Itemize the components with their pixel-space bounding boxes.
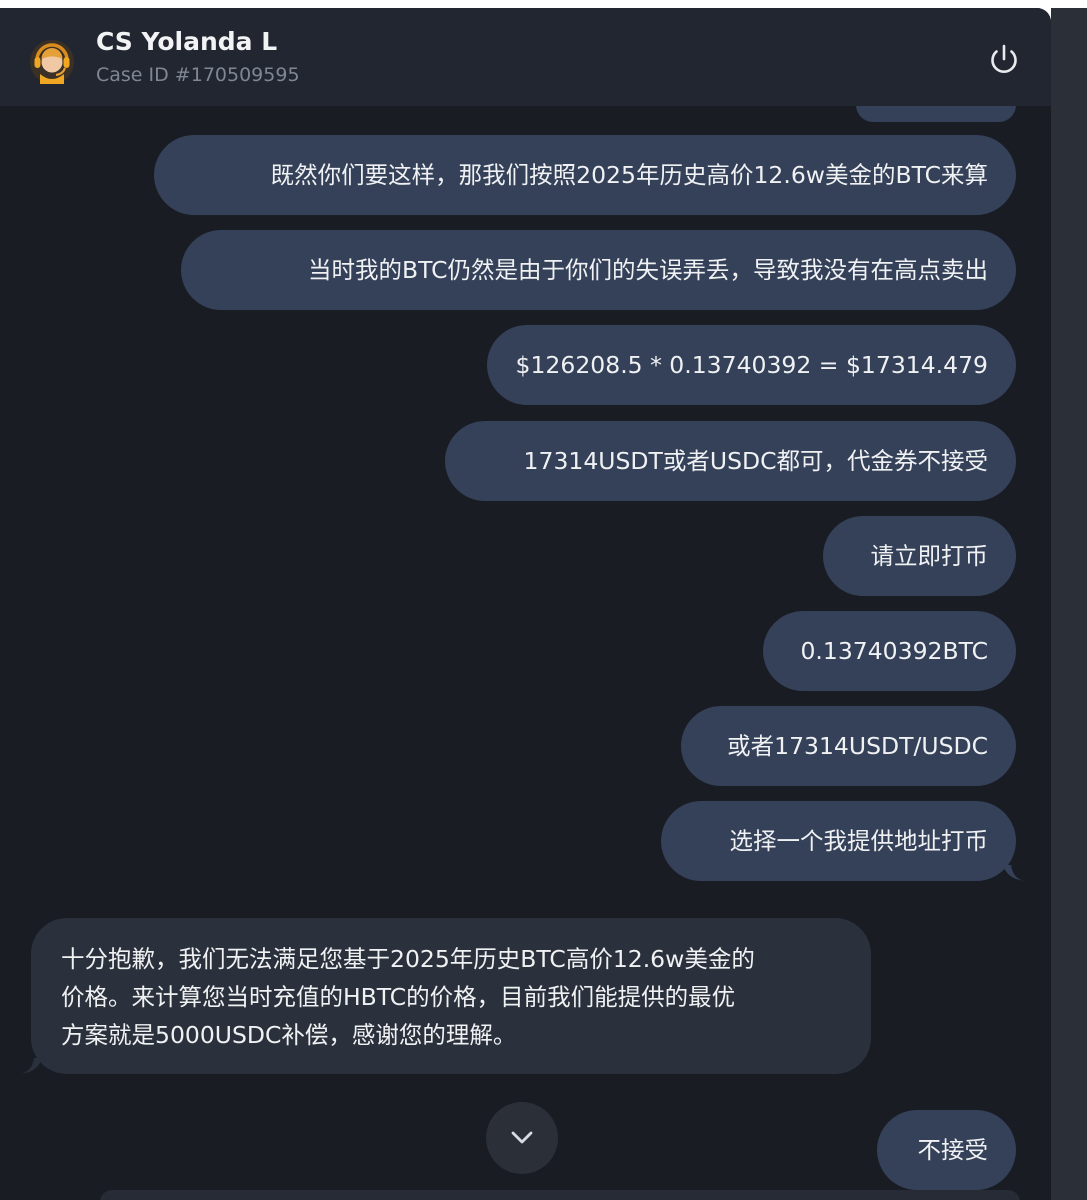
message-text: 0.13740392BTC	[800, 637, 988, 665]
window-edge	[1051, 8, 1087, 1200]
composer-area	[0, 1190, 1051, 1200]
chat-header: CS Yolanda L Case ID #170509595	[0, 8, 1051, 106]
message-text: 不接受	[917, 1136, 989, 1164]
chat-window: CS Yolanda L Case ID #170509595 既然你们要这样，…	[0, 8, 1051, 1200]
message-text: 当时我的BTC仍然是由于你们的失误弄丢，导致我没有在高点卖出	[307, 256, 988, 284]
bubble-tail	[20, 1058, 42, 1074]
message-bubble-incoming: 十分抱歉，我们无法满足您基于2025年历史BTC高价12.6w美金的 价格。来计…	[31, 918, 871, 1074]
message-bubble-outgoing: 0.13740392BTC	[763, 611, 1016, 691]
message-bubble-outgoing: 请立即打币	[823, 516, 1016, 596]
message-text: 17314USDT或者USDC都可，代金券不接受	[523, 447, 988, 475]
message-bubble-outgoing: 当时我的BTC仍然是由于你们的失误弄丢，导致我没有在高点卖出	[181, 230, 1016, 310]
agent-name: CS Yolanda L	[96, 27, 278, 56]
message-bubble-outgoing: 不接受	[877, 1110, 1016, 1190]
case-id: Case ID #170509595	[96, 64, 300, 86]
message-text: 或者17314USDT/USDC	[727, 732, 988, 760]
message-text: 选择一个我提供地址打币	[729, 827, 989, 855]
power-icon[interactable]	[984, 40, 1024, 80]
bubble-tail	[1003, 865, 1025, 881]
message-bubble-outgoing: $126208.5 * 0.13740392 = $17314.479	[487, 325, 1016, 405]
message-bubble-outgoing: 或者17314USDT/USDC	[681, 706, 1016, 786]
message-text: 请立即打币	[870, 542, 989, 570]
message-line: 十分抱歉，我们无法满足您基于2025年历史BTC高价12.6w美金的	[61, 945, 755, 973]
chevron-down-icon	[511, 1131, 533, 1144]
message-text: 既然你们要这样，那我们按照2025年历史高价12.6w美金的BTC来算	[270, 161, 988, 189]
message-line: 价格。来计算您当时充值的HBTC的价格，目前我们能提供的最优	[61, 983, 736, 1011]
message-line: 方案就是5000USDC补偿，感谢您的理解。	[61, 1021, 517, 1049]
message-text: $126208.5 * 0.13740392 = $17314.479	[515, 351, 988, 379]
message-input[interactable]	[100, 1190, 1020, 1200]
message-bubble-outgoing: 17314USDT或者USDC都可，代金券不接受	[445, 421, 1016, 501]
scroll-to-bottom-button[interactable]	[486, 1102, 558, 1174]
message-bubble-outgoing: 选择一个我提供地址打币	[661, 801, 1016, 881]
support-agent-avatar-icon	[30, 40, 74, 84]
message-bubble-outgoing: 既然你们要这样，那我们按照2025年历史高价12.6w美金的BTC来算	[154, 135, 1016, 215]
